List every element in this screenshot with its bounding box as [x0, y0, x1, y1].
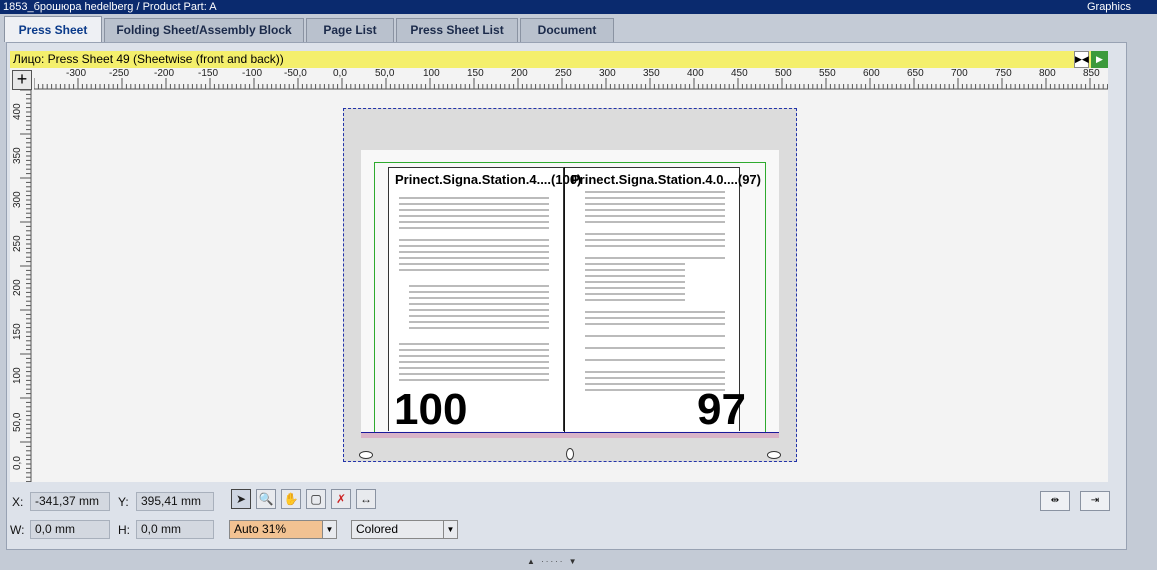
tab-bar: Press Sheet Folding Sheet/Assembly Block… — [0, 16, 1157, 42]
vruler-label: 0,0 — [12, 456, 23, 470]
page-left-number: 100 — [394, 385, 468, 434]
spine-line — [564, 167, 565, 435]
hruler-label: 450 — [731, 68, 748, 79]
vruler-label: 200 — [12, 279, 23, 296]
fit-page-button[interactable]: ⇥ — [1080, 491, 1110, 511]
next-sheet-button[interactable]: ▶ — [1091, 51, 1108, 68]
hruler-label: 50,0 — [375, 68, 395, 79]
chevron-down-icon[interactable]: ▼ — [443, 521, 457, 538]
hruler-label: -100 — [242, 68, 263, 79]
w-field[interactable]: 0,0 mm — [30, 520, 110, 539]
tab-press-sheet-list[interactable]: Press Sheet List — [396, 18, 518, 42]
x-field[interactable]: -341,37 mm — [30, 492, 110, 511]
zoom-select[interactable]: Auto 31% ▼ — [229, 520, 337, 539]
right-strip — [1128, 42, 1157, 558]
ruler-origin-button[interactable]: + — [12, 70, 32, 90]
vruler-label: 250 — [12, 235, 23, 252]
select-tool-icon[interactable]: ➤ — [231, 489, 251, 509]
panel-splitter-handle[interactable]: ▲ ····· ▼ — [527, 557, 579, 566]
tab-folding-sheet[interactable]: Folding Sheet/Assembly Block — [104, 18, 304, 42]
window-title: 1853_брошюра hedelberg / Product Part: A — [3, 1, 217, 13]
vruler-label: 50,0 — [12, 412, 23, 432]
chevron-down-icon[interactable]: ▼ — [322, 521, 336, 538]
vruler-label: 350 — [12, 147, 23, 164]
vruler-label: 400 — [12, 103, 23, 120]
h-label: H: — [118, 523, 130, 537]
hruler-label: 0,0 — [333, 68, 347, 79]
measure-tool-icon[interactable]: ↔ — [356, 489, 376, 509]
hruler-label: 400 — [687, 68, 704, 79]
vruler-label: 150 — [12, 323, 23, 340]
hruler-label: 200 — [511, 68, 528, 79]
delete-tool-icon[interactable]: ✗ — [331, 489, 351, 509]
zoom-tool-icon[interactable]: 🔍 — [256, 489, 276, 509]
hruler-label: 550 — [819, 68, 836, 79]
horizontal-ruler: -300 -250 -200 -150 -100 -50,0 0,0 50,0 … — [34, 68, 1108, 90]
page-right-title: Prinect.Signa.Station.4.0....(97) — [571, 172, 761, 187]
page-right-number: 97 — [697, 385, 746, 434]
hruler-label: 850 — [1083, 68, 1100, 79]
hruler-label: 800 — [1039, 68, 1056, 79]
y-field[interactable]: 395,41 mm — [136, 492, 214, 511]
hruler-label: -250 — [109, 68, 130, 79]
window-right-label: Graphics — [1086, 1, 1131, 13]
hruler-label: 700 — [951, 68, 968, 79]
w-label: W: — [10, 523, 25, 537]
sheet-side-label: Лицо: — [13, 52, 45, 66]
hruler-label: -150 — [198, 68, 219, 79]
tab-document[interactable]: Document — [520, 18, 614, 42]
sheet-bottom-strip — [361, 432, 779, 438]
h-field[interactable]: 0,0 mm — [136, 520, 214, 539]
tab-page-list[interactable]: Page List — [306, 18, 394, 42]
hruler-label: 250 — [555, 68, 572, 79]
hruler-label: 150 — [467, 68, 484, 79]
register-mark-left — [359, 451, 373, 459]
page-left-title: Prinect.Signa.Station.4....(100) — [395, 172, 582, 187]
vruler-label: 100 — [12, 367, 23, 384]
x-label: X: — [12, 495, 24, 509]
hruler-label: -50,0 — [284, 68, 307, 79]
vruler-label: 300 — [12, 191, 23, 208]
fit-width-button[interactable]: ⇹ — [1040, 491, 1070, 511]
window-title-bar: 1853_брошюра hedelberg / Product Part: A… — [0, 0, 1157, 14]
hruler-label: 350 — [643, 68, 660, 79]
register-mark-center — [566, 448, 574, 460]
tab-press-sheet[interactable]: Press Sheet — [4, 16, 102, 42]
hruler-label: 600 — [863, 68, 880, 79]
color-mode-value: Colored — [356, 522, 399, 536]
sheet-name: Press Sheet 49 (Sheetwise (front and bac… — [47, 52, 284, 66]
register-mark-right — [767, 451, 781, 459]
zoom-value: Auto 31% — [234, 522, 287, 536]
hruler-label: -300 — [66, 68, 87, 79]
flip-sheet-button[interactable]: ▶◀ — [1074, 51, 1089, 68]
hruler-label: 100 — [423, 68, 440, 79]
y-label: Y: — [118, 495, 129, 509]
hand-tool-icon[interactable]: ✋ — [281, 489, 301, 509]
hruler-label: 300 — [599, 68, 616, 79]
hruler-label: 650 — [907, 68, 924, 79]
frame-tool-icon[interactable]: ▢ — [306, 489, 326, 509]
sheet-info-bar: Лицо: Press Sheet 49 (Sheetwise (front a… — [10, 51, 1108, 68]
hruler-label: 750 — [995, 68, 1012, 79]
hruler-label: -200 — [154, 68, 175, 79]
vertical-ruler: 400 350 300 250 200 150 100 50,0 0,0 — [10, 90, 32, 482]
hruler-label: 500 — [775, 68, 792, 79]
color-mode-select[interactable]: Colored ▼ — [351, 520, 458, 539]
